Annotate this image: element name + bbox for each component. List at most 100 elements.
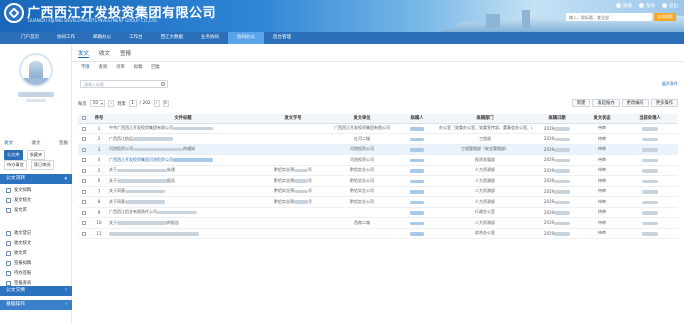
sidebar-tab-shouwen[interactable]: 收文: [32, 140, 41, 146]
col-dept[interactable]: 拟稿部门: [438, 114, 532, 124]
row-checkbox[interactable]: [78, 165, 90, 176]
row-checkbox[interactable]: [78, 196, 90, 208]
filter-draft[interactable]: 拟稿: [134, 64, 143, 70]
sidebar-item[interactable]: 收文库: [6, 250, 27, 256]
new-button[interactable]: 新建: [571, 99, 591, 107]
row-checkbox[interactable]: [78, 217, 90, 229]
avatar[interactable]: [19, 53, 53, 87]
sidebar-item[interactable]: 发文拟稿: [6, 187, 31, 193]
row-handler: [622, 207, 678, 218]
favorites-button[interactable]: 收藏夹: [26, 150, 46, 160]
sidebar-tab-qianbao[interactable]: 签报: [59, 140, 68, 146]
nav-item[interactable]: 西江大数据: [152, 32, 193, 44]
nav-item[interactable]: 业务协同: [192, 32, 228, 44]
expand-conditions-link[interactable]: 展开条件: [662, 81, 678, 87]
row-title[interactable]: 关于同意: [108, 196, 258, 208]
col-title[interactable]: 文件标题: [108, 114, 258, 124]
row-unit: [328, 207, 396, 218]
row-title[interactable]: 关于 报告: [108, 175, 258, 187]
tab-shouwen[interactable]: 收文: [99, 49, 110, 58]
start-report-button[interactable]: 发起报办: [592, 99, 620, 107]
col-drafter[interactable]: 拟稿人: [396, 114, 438, 124]
tab-fawen[interactable]: 发文: [78, 49, 90, 58]
row-title[interactable]: 关于 处理: [108, 165, 258, 176]
table-row[interactable]: 5 关于 处理 黔铝实业预号黔铝实业公司 人力资源部 2019 待审: [78, 165, 678, 176]
section-doc-exchange[interactable]: 公文交换 ›: [0, 286, 72, 296]
row-checkbox[interactable]: [78, 175, 90, 187]
sidebar-item[interactable]: 发文核文: [6, 197, 31, 203]
prev-page-button[interactable]: ‹: [108, 100, 115, 107]
redacted-text: [554, 158, 571, 162]
filter-reply[interactable]: 回复: [151, 64, 160, 70]
sidebar-item[interactable]: 签报拟稿: [6, 260, 31, 266]
title-filter-input[interactable]: 请输入标题: [80, 80, 168, 88]
row-checkbox[interactable]: [78, 207, 90, 218]
row-title[interactable]: [108, 228, 258, 239]
next-page-button[interactable]: ›: [153, 100, 160, 107]
global-search-button[interactable]: 全站搜索: [654, 13, 676, 21]
col-handler[interactable]: 当前处理人: [622, 114, 678, 124]
filter-view[interactable]: 查阅: [99, 64, 108, 70]
global-search-input[interactable]: [566, 13, 652, 21]
table-row[interactable]: 3 河池投资公司 的通知 河池投资公司 工程管理部（安全管理部） 2019 待审: [78, 144, 678, 155]
table-row[interactable]: 8 关于同意 黔铝实业预号黔铝实业公司 人力资源部 2019 待审: [78, 196, 678, 208]
page-input[interactable]: 1: [128, 100, 137, 107]
filter-all[interactable]: 不限: [81, 64, 90, 70]
nav-item[interactable]: 协同办公: [228, 32, 264, 44]
row-checkbox[interactable]: [78, 186, 90, 197]
sidebar-item[interactable]: 待办签报: [6, 270, 31, 276]
table-row[interactable]: 6 关于 报告 黔铝实业预号黔铝实业公司 人力资源部 2019 待审: [78, 175, 678, 187]
sidebar-tab-fawen[interactable]: 发文: [4, 140, 13, 146]
refresh-icon[interactable]: ↻: [162, 100, 169, 107]
nav-item[interactable]: 门户首页: [12, 32, 48, 44]
row-title[interactable]: 河池投资公司 的通知: [108, 144, 258, 155]
sidebar-item[interactable]: 发文库: [6, 207, 27, 213]
row-checkbox[interactable]: [78, 133, 90, 145]
row-checkbox[interactable]: [78, 123, 90, 134]
row-title[interactable]: 广西西江开发投资集团河池投资公司: [108, 154, 258, 166]
row-checkbox[interactable]: [78, 154, 90, 166]
section-basic-ops[interactable]: 基础操作 ›: [0, 300, 72, 310]
row-title[interactable]: 中共广西西江开发投资集团有限公司: [108, 123, 258, 134]
row-checkbox[interactable]: [78, 228, 90, 239]
nav-item[interactable]: 协同工作: [48, 32, 84, 44]
table-row[interactable]: 4 广西西江开发投资集团河池投资公司 河池投资公司 投资发展部 2019 待审: [78, 154, 678, 166]
sidebar-item[interactable]: 收文核文: [6, 240, 31, 246]
table-row[interactable]: 1 中共广西西江开发投资集团有限公司 广西西江开发投资集团有限公司 办公室（党委办公室…: [78, 123, 678, 134]
reviewed-button[interactable]: 我已审阅: [30, 160, 54, 170]
table-row[interactable]: 9 广西西江铝业有限责任公司 行政办公室 2019 待审: [78, 207, 678, 218]
doc-library-button[interactable]: 公文库: [4, 150, 23, 160]
redacted-text: [410, 211, 424, 215]
row-checkbox[interactable]: [78, 144, 90, 155]
table-row[interactable]: 7 关于同意 黔铝实业预号黔铝实业公司 人力资源部 2019 待审: [78, 186, 678, 197]
table-row[interactable]: 2 广西西江航运 红河二城 工程部 2019 待审: [78, 133, 678, 145]
clock-icon: [6, 270, 11, 276]
top-link-logout[interactable]: 退出: [662, 3, 678, 9]
todo-button[interactable]: 待办事宜: [4, 160, 27, 170]
nav-item[interactable]: 后台管理: [264, 32, 300, 44]
nav-item[interactable]: 邮箱办公: [84, 32, 120, 44]
filter-pending[interactable]: 待审: [116, 64, 125, 70]
top-link-help[interactable]: 帮助: [639, 3, 655, 9]
per-page-select[interactable]: 10: [89, 100, 106, 107]
more-actions-button[interactable]: 更多操作: [650, 99, 678, 107]
row-title[interactable]: 关于 的报告: [108, 217, 258, 229]
section-doc-flow[interactable]: 公文流转 ▾: [0, 174, 72, 184]
row-title[interactable]: 广西西江铝业有限责任公司: [108, 207, 258, 218]
col-doc-no[interactable]: 发文字号: [258, 114, 328, 124]
redacted-text: [117, 168, 167, 172]
select-all-checkbox[interactable]: [78, 114, 90, 124]
redacted-text: [642, 232, 658, 236]
change-number-button[interactable]: 更改编号: [621, 99, 649, 107]
col-unit[interactable]: 发文单位: [328, 114, 396, 124]
tab-qianbao[interactable]: 签报: [120, 49, 131, 58]
row-title[interactable]: 关于同意: [108, 186, 258, 197]
top-link-favorites[interactable]: 收藏: [616, 3, 632, 9]
table-row[interactable]: 10 关于 的报告 西南二城 人力资源部 2019 待审: [78, 217, 678, 229]
col-date[interactable]: 拟稿日期: [532, 114, 582, 124]
nav-item[interactable]: 工作台: [120, 32, 152, 44]
table-row[interactable]: 11 综合办公室 2019 待审: [78, 228, 678, 239]
col-status[interactable]: 发文状态: [582, 114, 622, 124]
sidebar-item[interactable]: 收文登记: [6, 230, 31, 236]
row-title[interactable]: 广西西江航运: [108, 133, 258, 145]
